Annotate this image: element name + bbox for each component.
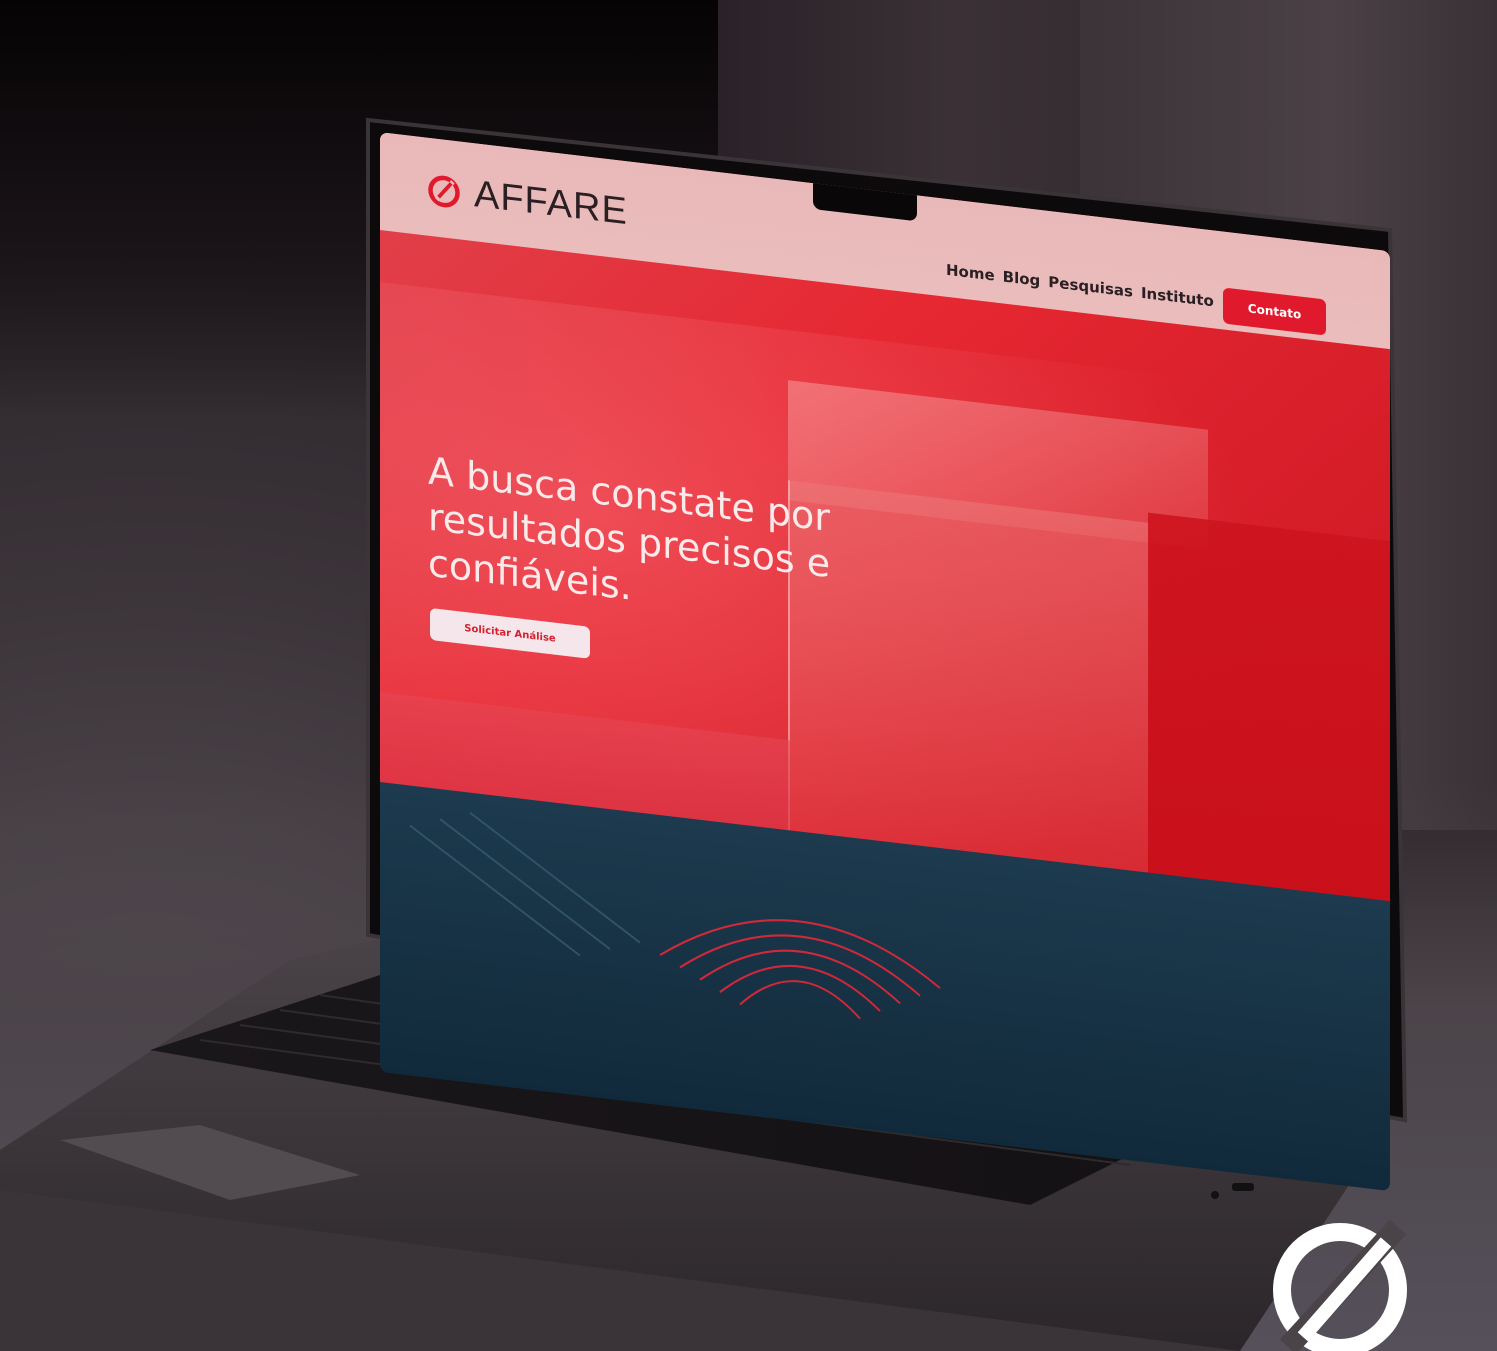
nav-links: Home Blog Pesquisas Instituto [946,261,1214,311]
nav-link-home[interactable]: Home [946,261,995,285]
brand-name: AFFARE [474,173,628,234]
affare-watermark-icon [1273,1219,1407,1351]
laptop-screen: AFFARE Home Blog Pesquisas Instituto Con… [380,132,1390,1192]
website-hero: AFFARE Home Blog Pesquisas Instituto Con… [380,132,1390,1192]
nav-link-blog[interactable]: Blog [1003,267,1041,289]
site-logo[interactable]: AFFARE [426,167,628,234]
nav-link-pesquisas[interactable]: Pesquisas [1048,273,1133,301]
affare-logo-icon [428,175,460,207]
nav-link-instituto[interactable]: Instituto [1141,284,1214,311]
product-mockup-scene: AFFARE Home Blog Pesquisas Instituto Con… [0,0,1497,1351]
contato-button[interactable]: Contato [1223,287,1326,336]
